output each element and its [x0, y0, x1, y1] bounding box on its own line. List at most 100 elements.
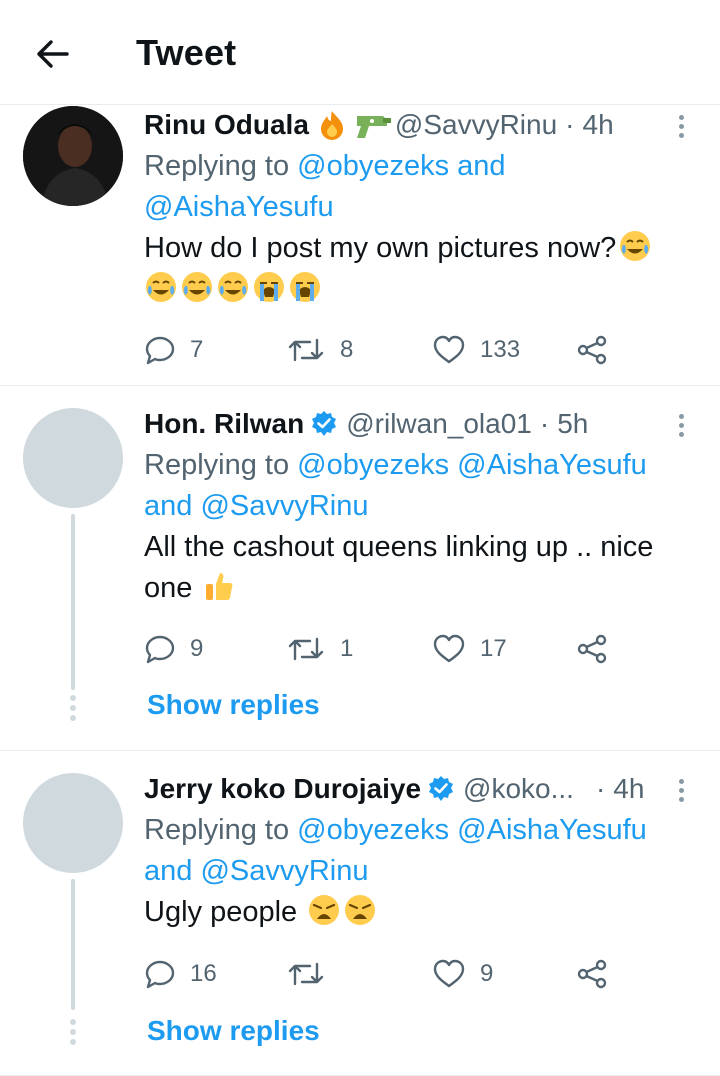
tweet-reply-3[interactable]: Jerry koko Durojaiye @koko... · 4h Reply…	[0, 751, 720, 1075]
thread-line	[71, 879, 75, 1010]
top-bar: Tweet	[0, 0, 720, 105]
replying-to: Replying to @obyezeks @AishaYesufu and @…	[144, 810, 684, 892]
avatar[interactable]	[23, 773, 123, 873]
avatar[interactable]	[23, 408, 123, 508]
show-replies-link[interactable]: Show replies	[147, 1015, 320, 1047]
like-button[interactable]: 133	[432, 330, 520, 370]
separator-dot: ·	[595, 773, 606, 804]
tweet-header: Jerry koko Durojaiye @koko... · 4h	[144, 770, 684, 808]
tweet-actions: 9 1 17	[144, 629, 624, 669]
thread-more-dots	[70, 1019, 76, 1045]
show-replies-link[interactable]: Show replies	[147, 689, 320, 721]
mention-link[interactable]: @AishaYesufu	[144, 191, 334, 223]
reply-count: 7	[190, 336, 204, 363]
separator-dot: ·	[565, 109, 575, 140]
user-handle[interactable]: @rilwan_ola01	[346, 408, 532, 440]
user-handle[interactable]: @koko...	[463, 773, 574, 805]
tweet-reply-1[interactable]: Rinu Oduala @SavvyRinu · 4h Replying to …	[0, 106, 720, 385]
share-button[interactable]	[576, 954, 608, 994]
heart-icon	[433, 335, 465, 364]
reply-count: 16	[190, 960, 217, 987]
share-button[interactable]	[576, 330, 608, 370]
reply-count: 9	[190, 635, 204, 662]
face-with-tears-of-joy-icon	[618, 229, 652, 263]
replying-to: Replying to @obyezeks and @AishaYesufu	[144, 146, 684, 228]
thread-more-dots	[70, 695, 76, 721]
mention-link[interactable]: @obyezeks	[297, 150, 449, 182]
reply-button[interactable]: 9	[144, 629, 203, 669]
thread-line	[71, 514, 75, 690]
face-with-tears-of-joy-icon	[180, 270, 214, 304]
user-handle[interactable]: @SavvyRinu	[395, 109, 557, 141]
more-options-icon[interactable]	[666, 774, 696, 806]
like-button[interactable]: 17	[432, 629, 507, 669]
share-icon	[577, 335, 607, 365]
mention-link[interactable]: @SavvyRinu	[200, 855, 368, 887]
weary-face-icon	[307, 893, 341, 927]
share-icon	[577, 634, 607, 664]
replying-to-label: Replying to	[144, 449, 290, 481]
replying-to-label: Replying to	[144, 150, 290, 182]
mention-link[interactable]: @AishaYesufu	[457, 449, 647, 481]
mention-joiner[interactable]: and	[457, 150, 505, 182]
retweet-count: 1	[340, 635, 354, 662]
like-count: 133	[480, 336, 521, 363]
face-with-tears-of-joy-icon	[144, 270, 178, 304]
timestamp[interactable]: 4h	[583, 109, 614, 141]
display-name[interactable]: Rinu Oduala	[144, 109, 309, 141]
reply-button[interactable]: 16	[144, 954, 217, 994]
mention-joiner[interactable]: and	[144, 490, 192, 522]
mention-link[interactable]: @obyezeks	[297, 449, 449, 481]
heart-icon	[433, 959, 465, 988]
fire-icon	[315, 108, 349, 142]
retweet-button[interactable]: 8	[286, 330, 353, 370]
more-options-icon[interactable]	[666, 409, 696, 441]
avatar[interactable]	[23, 106, 123, 206]
like-button[interactable]: 9	[432, 954, 493, 994]
weary-face-icon	[343, 893, 377, 927]
separator-dot: ·	[539, 408, 550, 439]
page-title: Tweet	[136, 32, 237, 73]
tweet-reply-2[interactable]: Hon. Rilwan @rilwan_ola01 · 5h Replying …	[0, 386, 720, 750]
tweet-text: All the cashout queens linking up .. nic…	[144, 527, 684, 609]
share-icon	[577, 959, 607, 989]
retweet-count: 8	[340, 336, 354, 363]
mention-link[interactable]: @obyezeks	[297, 814, 449, 846]
share-button[interactable]	[576, 629, 608, 669]
tweet-header: Rinu Oduala @SavvyRinu · 4h	[144, 106, 684, 144]
reply-icon	[145, 635, 175, 664]
tweet-actions: 16 9	[144, 954, 624, 994]
tweet-text: Ugly people	[144, 892, 684, 933]
thumbs-up-icon	[202, 569, 236, 603]
mention-link[interactable]: @SavvyRinu	[200, 490, 368, 522]
display-name[interactable]: Jerry koko Durojaiye	[144, 773, 421, 805]
display-name[interactable]: Hon. Rilwan	[144, 408, 304, 440]
more-options-icon[interactable]	[666, 110, 696, 142]
back-arrow-icon[interactable]	[30, 32, 74, 76]
loudly-crying-face-icon	[252, 270, 286, 304]
verified-badge-icon	[427, 775, 455, 803]
replying-to: Replying to @obyezeks @AishaYesufu and @…	[144, 445, 684, 527]
reply-button[interactable]: 7	[144, 330, 203, 370]
retweet-icon	[288, 637, 324, 661]
reply-icon	[145, 960, 175, 989]
tweet-actions: 7 8 133	[144, 330, 624, 370]
tweet-text-content: Ugly people	[144, 896, 298, 928]
tweet-text: How do I post my own pictures now?	[144, 228, 684, 310]
heart-icon	[433, 634, 465, 663]
retweet-icon	[288, 338, 324, 362]
verified-badge-icon	[310, 410, 338, 438]
timestamp[interactable]: 5h	[557, 408, 588, 440]
retweet-button[interactable]	[286, 954, 340, 994]
loudly-crying-face-icon	[288, 270, 322, 304]
like-count: 9	[480, 960, 494, 987]
retweet-icon	[288, 962, 324, 986]
timestamp[interactable]: 4h	[613, 773, 644, 805]
mention-joiner[interactable]: and	[144, 855, 192, 887]
tweet-text-content: How do I post my own pictures now?	[144, 232, 617, 264]
replying-to-label: Replying to	[144, 814, 290, 846]
like-count: 17	[480, 635, 507, 662]
tweet-header: Hon. Rilwan @rilwan_ola01 · 5h	[144, 405, 684, 443]
mention-link[interactable]: @AishaYesufu	[457, 814, 647, 846]
retweet-button[interactable]: 1	[286, 629, 353, 669]
